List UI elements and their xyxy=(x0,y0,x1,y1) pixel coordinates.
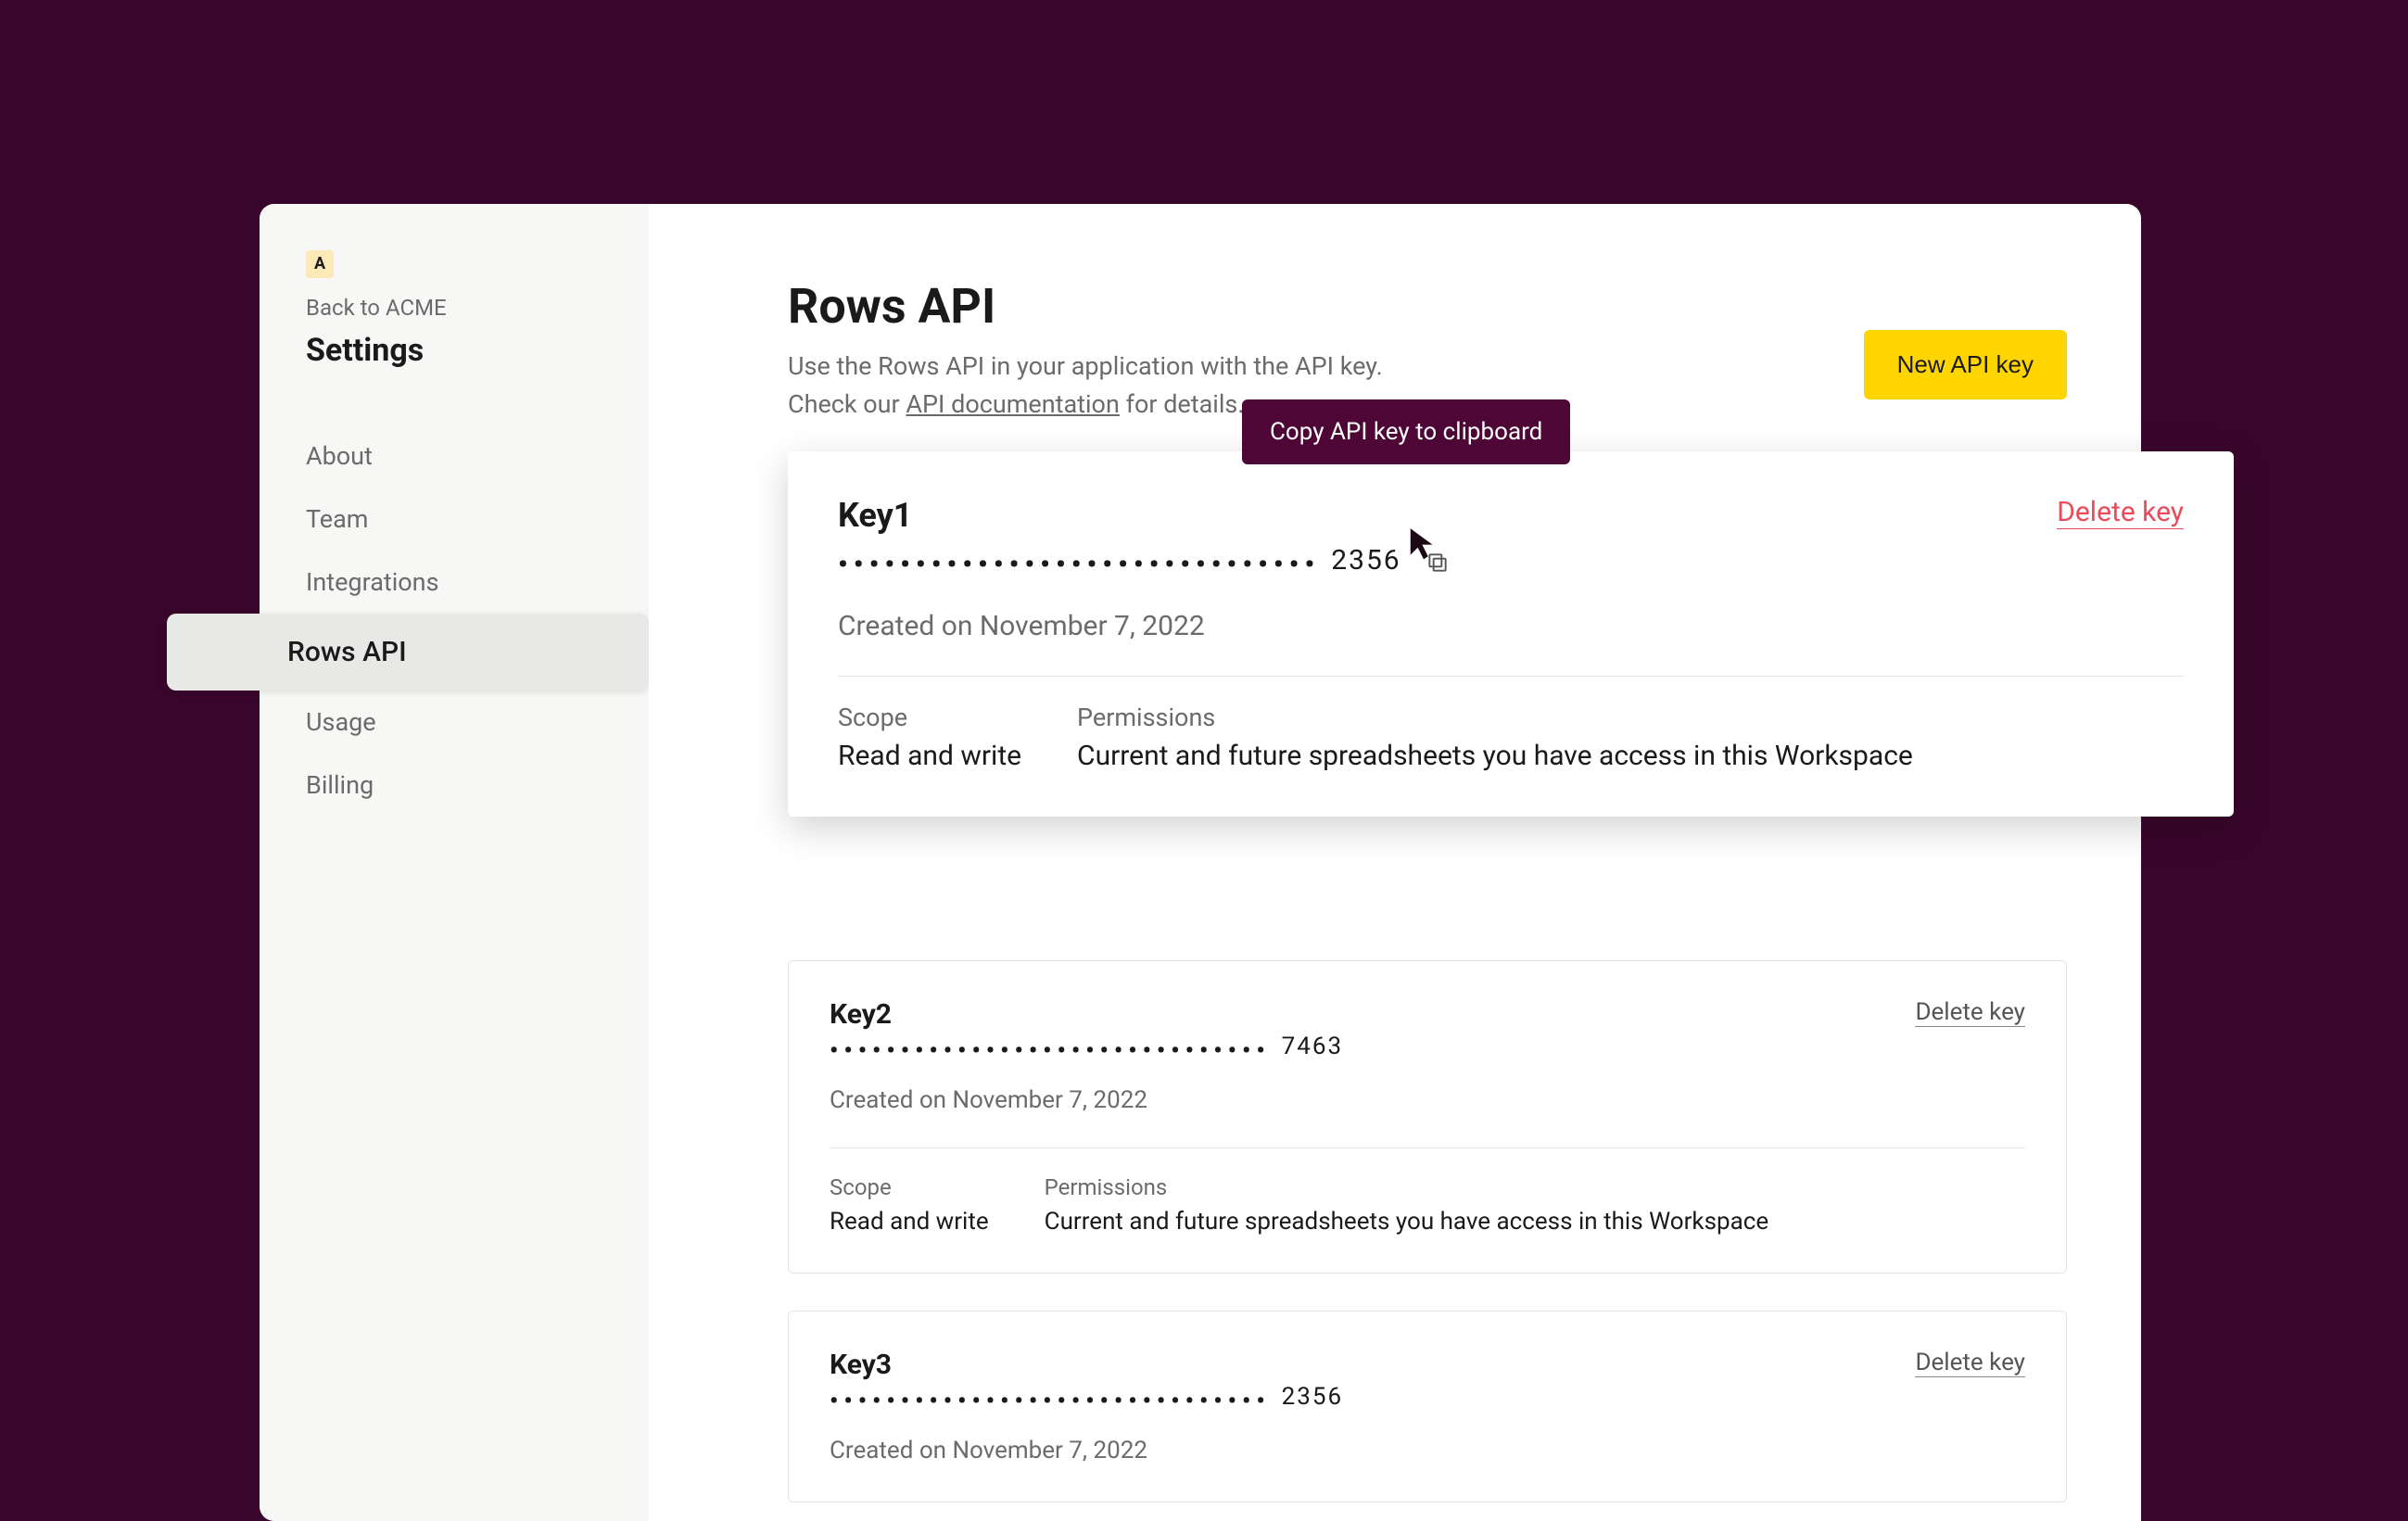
permissions-col: Permissions Current and future spreadshe… xyxy=(1045,1174,1769,1236)
scope-label: Scope xyxy=(830,1174,989,1200)
cursor-icon xyxy=(1406,526,1441,561)
sidebar-title: Settings xyxy=(306,332,602,369)
permissions-label: Permissions xyxy=(1045,1174,1769,1200)
key-title-block: Key1 •••••••••••••••••••••••••••••••2356 xyxy=(838,496,1450,577)
workspace-logo-badge[interactable]: A xyxy=(306,250,334,278)
scope-label: Scope xyxy=(838,703,1021,732)
api-key-card: Key2 •••••••••••••••••••••••••••••••7463… xyxy=(788,960,2067,1274)
key-header: Key3 •••••••••••••••••••••••••••••••2356… xyxy=(830,1349,2025,1411)
key-suffix: 7463 xyxy=(1282,1033,1343,1060)
divider xyxy=(830,1147,2025,1148)
copy-tooltip: Copy API key to clipboard xyxy=(1242,399,1570,464)
key-masked-value: •••••••••••••••••••••••••••••••7463 xyxy=(830,1033,1343,1060)
subtitle-prefix: Check our xyxy=(788,389,906,419)
key-header: Key2 •••••••••••••••••••••••••••••••7463… xyxy=(830,998,2025,1060)
api-key-card: Key3 •••••••••••••••••••••••••••••••2356… xyxy=(788,1311,2067,1502)
app-window: A Back to ACME Settings About Team Integ… xyxy=(260,204,2141,1521)
scope-row: Scope Read and write Permissions Current… xyxy=(830,1174,2025,1236)
sidebar-item-billing[interactable]: Billing xyxy=(260,754,649,817)
sidebar-nav: About Team Integrations Rows API Usage B… xyxy=(260,406,649,817)
page-title: Rows API xyxy=(788,278,1383,335)
sidebar-header: A Back to ACME Settings xyxy=(260,250,649,406)
key-name: Key1 xyxy=(838,496,1450,535)
subtitle-line-1: Use the Rows API in your application wit… xyxy=(788,351,1383,381)
key-title-block: Key2 •••••••••••••••••••••••••••••••7463 xyxy=(830,998,1343,1060)
key-dots: ••••••••••••••••••••••••••••••• xyxy=(830,1037,1271,1065)
sidebar-item-usage[interactable]: Usage xyxy=(260,691,649,754)
sidebar-item-about[interactable]: About xyxy=(260,425,649,488)
key-created: Created on November 7, 2022 xyxy=(830,1437,2025,1464)
permissions-value: Current and future spreadsheets you have… xyxy=(1045,1208,1769,1236)
key-name: Key3 xyxy=(830,1349,1343,1381)
scope-col: Scope Read and write xyxy=(838,703,1021,772)
key-dots: ••••••••••••••••••••••••••••••• xyxy=(830,1388,1271,1415)
permissions-value: Current and future spreadsheets you have… xyxy=(1077,740,1913,772)
new-api-key-button[interactable]: New API key xyxy=(1864,330,2067,399)
sidebar-item-team[interactable]: Team xyxy=(260,488,649,551)
api-key-card-highlighted: Copy API key to clipboard Key1 •••••••••… xyxy=(788,451,2234,817)
sidebar-item-integrations[interactable]: Integrations xyxy=(260,551,649,614)
key-suffix: 2356 xyxy=(1282,1383,1343,1411)
sidebar-item-rows-api[interactable]: Rows API xyxy=(167,614,649,691)
divider xyxy=(838,676,2184,677)
delete-key-link[interactable]: Delete key xyxy=(2057,496,2184,529)
scope-value: Read and write xyxy=(830,1208,989,1236)
scope-col: Scope Read and write xyxy=(830,1174,989,1236)
key-created: Created on November 7, 2022 xyxy=(830,1086,2025,1114)
sidebar: A Back to ACME Settings About Team Integ… xyxy=(260,204,649,1521)
permissions-col: Permissions Current and future spreadshe… xyxy=(1077,703,1913,772)
back-to-workspace-link[interactable]: Back to ACME xyxy=(306,295,602,321)
key-name: Key2 xyxy=(830,998,1343,1031)
key-title-block: Key3 •••••••••••••••••••••••••••••••2356 xyxy=(830,1349,1343,1411)
key-masked-value: •••••••••••••••••••••••••••••••2356 xyxy=(830,1383,1343,1411)
permissions-label: Permissions xyxy=(1077,703,1913,732)
key-dots: ••••••••••••••••••••••••••••••• xyxy=(838,549,1320,581)
key-header: Key1 •••••••••••••••••••••••••••••••2356… xyxy=(838,496,2184,577)
delete-key-link[interactable]: Delete key xyxy=(1915,1349,2025,1377)
key-suffix: 2356 xyxy=(1331,544,1400,577)
key-created: Created on November 7, 2022 xyxy=(838,610,2184,642)
subtitle-suffix: for details. xyxy=(1120,389,1245,419)
api-doc-link[interactable]: API documentation xyxy=(906,389,1119,419)
scope-value: Read and write xyxy=(838,740,1021,772)
scope-row: Scope Read and write Permissions Current… xyxy=(838,703,2184,772)
delete-key-link[interactable]: Delete key xyxy=(1915,998,2025,1027)
key-masked-value: •••••••••••••••••••••••••••••••2356 xyxy=(838,544,1450,577)
